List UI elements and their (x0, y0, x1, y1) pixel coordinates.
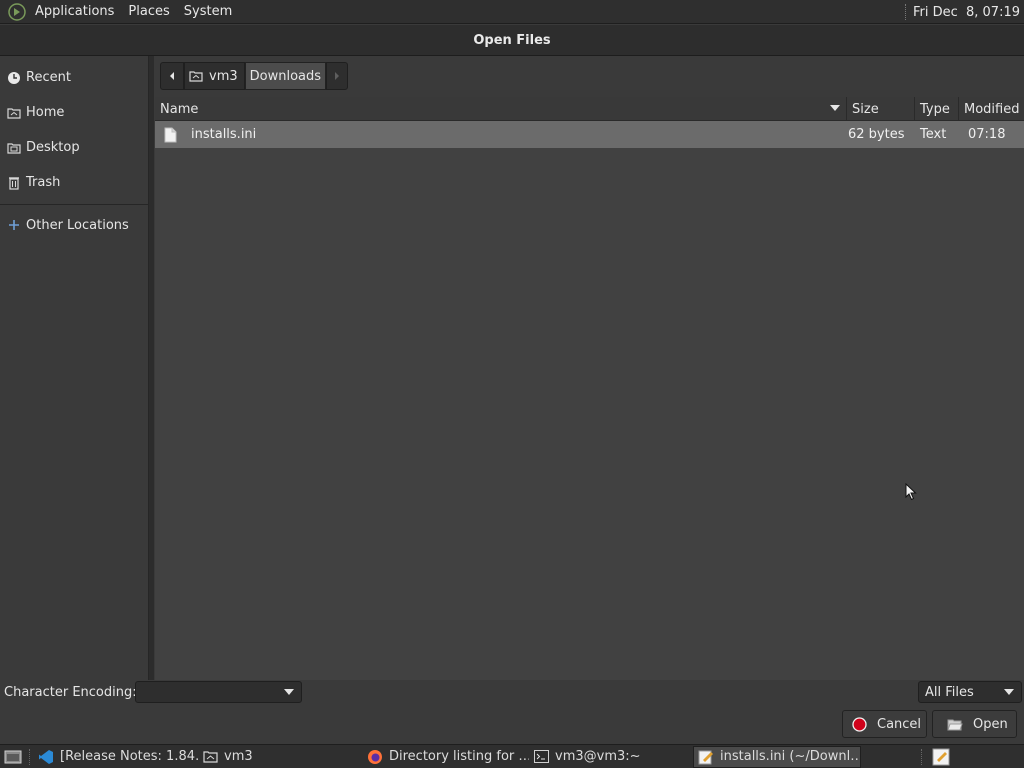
column-label: Modified (964, 101, 1020, 117)
terminal-icon (533, 749, 549, 765)
sidebar-item-other-locations[interactable]: Other Locations (0, 209, 148, 241)
file-name: installs.ini (191, 127, 257, 142)
panel-separator (904, 4, 907, 20)
task-terminal[interactable]: vm3@vm3:~ (529, 746, 693, 768)
path-segment-label: vm3 (209, 68, 238, 84)
cancel-icon (852, 716, 867, 732)
file-row[interactable]: installs.ini 62 bytes Text 07:18 (155, 121, 1024, 148)
dialog-title: Open Files (473, 32, 551, 48)
clock-text: Fri Dec 8, 07:19 (912, 4, 1020, 20)
file-filter-value: All Files (925, 684, 974, 700)
column-label: Type (920, 101, 950, 117)
sidebar-item-desktop[interactable]: Desktop (0, 130, 148, 165)
sidebar-separator (0, 204, 148, 205)
file-list[interactable]: Name Size Type Modified installs.ini 62 … (155, 97, 1024, 680)
column-header-size[interactable]: Size (847, 97, 915, 121)
top-panel: Applications Places System Fri Dec 8, 07… (0, 0, 1024, 24)
chevron-down-icon (1004, 689, 1014, 695)
sidebar-item-label: Home (26, 105, 65, 120)
column-header-name[interactable]: Name (155, 97, 847, 121)
chevron-down-icon (284, 689, 294, 695)
sort-descending-icon (830, 105, 840, 111)
sidebar-item-home[interactable]: Home (0, 95, 148, 130)
open-label: Open (973, 716, 1008, 732)
sidebar-item-label: Desktop (26, 140, 80, 155)
task-label: Directory listing for … (389, 749, 529, 764)
places-menu[interactable]: Places (121, 4, 176, 19)
sidebar-item-label: Other Locations (26, 217, 129, 233)
task-label: vm3@vm3:~ (555, 749, 641, 764)
cancel-label: Cancel (877, 716, 922, 732)
dialog-title-bar[interactable]: Open Files (0, 25, 1024, 56)
path-back-button[interactable] (160, 62, 184, 90)
encoding-label: Character Encoding: (4, 685, 137, 700)
desktop-folder-icon (7, 141, 21, 155)
recent-icon (7, 71, 21, 85)
system-menu[interactable]: System (177, 4, 239, 19)
taskbar-separator (29, 748, 31, 765)
chevron-left-icon (170, 72, 174, 80)
vscode-icon (38, 749, 54, 765)
path-bar: vm3 Downloads (160, 62, 349, 90)
open-folder-icon (947, 718, 963, 731)
sidebar-item-label: Recent (26, 70, 71, 85)
file-list-header: Name Size Type Modified (155, 97, 1024, 121)
plus-icon (7, 218, 21, 232)
text-editor-tray-icon (932, 748, 950, 765)
task-label: vm3 (224, 749, 253, 764)
places-sidebar: Recent Home Desktop Trash Other Location… (0, 56, 149, 680)
open-button[interactable]: Open (932, 710, 1017, 738)
applications-menu[interactable]: Applications (28, 4, 121, 19)
taskbar: [Release Notes: 1.84… vm3 Directory list… (0, 744, 1024, 768)
task-label: [Release Notes: 1.84… (60, 749, 198, 764)
sidebar-splitter[interactable] (149, 56, 154, 680)
path-segment-vm3[interactable]: vm3 (184, 62, 245, 90)
task-firefox[interactable]: Directory listing for … (363, 746, 529, 768)
column-header-type[interactable]: Type (915, 97, 959, 121)
encoding-select[interactable] (135, 681, 302, 703)
file-type: Text (920, 127, 947, 142)
column-label: Name (160, 101, 199, 117)
text-file-icon (164, 127, 178, 143)
file-filter-select[interactable]: All Files (918, 681, 1022, 703)
text-editor-icon (698, 749, 714, 765)
tray-text-editor[interactable] (928, 746, 954, 768)
sidebar-item-trash[interactable]: Trash (0, 165, 148, 200)
show-desktop-button[interactable] (0, 746, 26, 768)
chevron-right-icon (335, 72, 340, 80)
path-forward-button[interactable] (326, 62, 349, 90)
column-label: Size (852, 101, 879, 117)
dialog-footer: Character Encoding: All Files Cancel Ope… (0, 680, 1024, 744)
task-vm3-folder[interactable]: vm3 (198, 746, 363, 768)
home-folder-icon (7, 106, 21, 120)
path-segment-label: Downloads (249, 68, 322, 84)
task-release-notes[interactable]: [Release Notes: 1.84… (34, 746, 198, 768)
cancel-button[interactable]: Cancel (842, 710, 927, 738)
clock[interactable]: Fri Dec 8, 07:19 (904, 0, 1020, 24)
path-segment-downloads[interactable]: Downloads (244, 62, 327, 90)
mouse-pointer-icon (905, 482, 917, 505)
folder-icon (202, 749, 218, 765)
trash-icon (7, 176, 21, 190)
file-size: 62 bytes (848, 127, 905, 142)
sidebar-item-recent[interactable]: Recent (0, 60, 148, 95)
task-text-editor[interactable]: installs.ini (~/Downl… (693, 745, 861, 768)
file-modified: 07:18 (968, 127, 1006, 142)
file-name-cell: installs.ini (155, 121, 847, 148)
column-header-modified[interactable]: Modified (959, 97, 1024, 121)
mate-logo-icon[interactable] (6, 1, 28, 23)
home-folder-icon (189, 70, 203, 82)
firefox-icon (367, 749, 383, 765)
taskbar-separator (921, 748, 923, 765)
task-label: installs.ini (~/Downl… (720, 749, 861, 764)
show-desktop-icon (4, 750, 22, 763)
sidebar-item-label: Trash (26, 175, 61, 190)
